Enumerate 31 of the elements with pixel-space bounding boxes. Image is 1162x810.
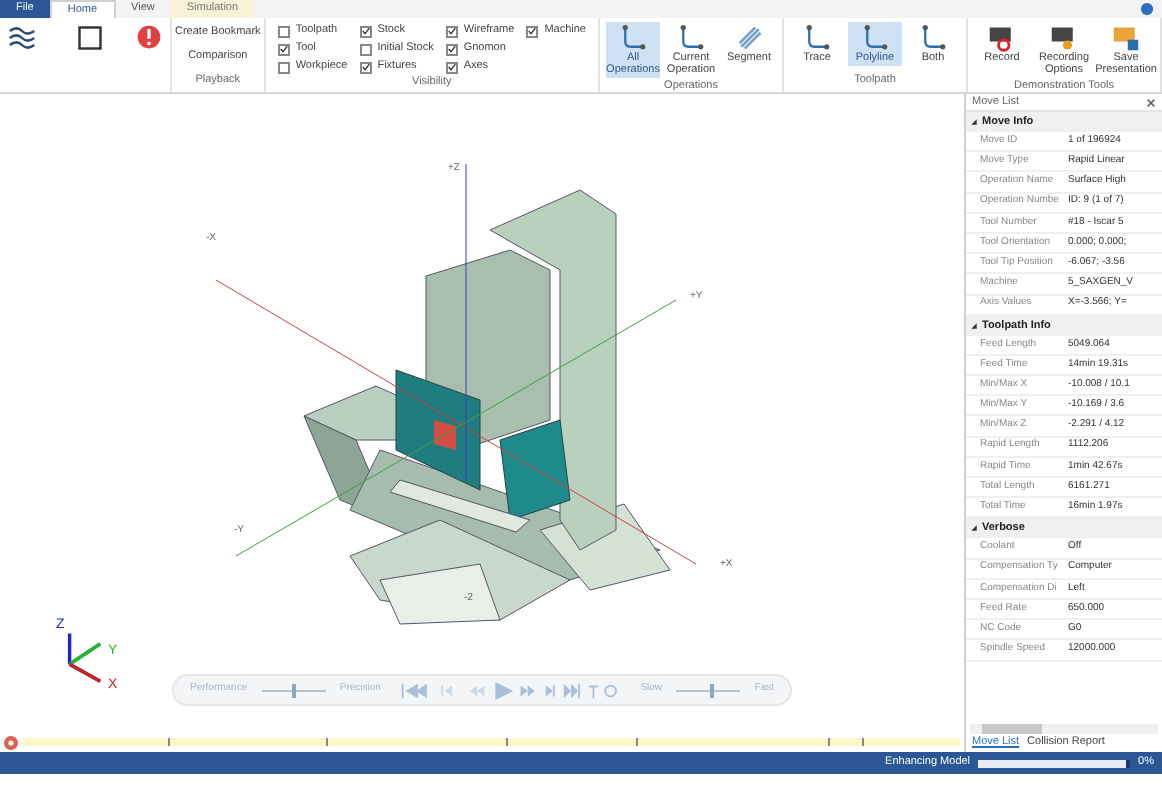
slider-thumb[interactable] (291, 683, 296, 697)
checkbox[interactable] (359, 43, 372, 55)
timeline-track[interactable] (22, 738, 960, 746)
checkbox[interactable] (526, 25, 539, 37)
waves-icon[interactable] (8, 24, 36, 52)
frame-icon[interactable] (76, 24, 104, 52)
stop-icon[interactable] (4, 735, 18, 749)
checkbox[interactable] (445, 25, 458, 37)
checkbox[interactable] (445, 43, 458, 55)
warning-icon[interactable] (136, 24, 162, 50)
camera-record-icon (988, 24, 1016, 52)
slider-thumb[interactable] (709, 683, 714, 697)
expand-arrow-icon[interactable] (970, 118, 978, 126)
checkbox[interactable] (277, 25, 290, 37)
expand-arrow-icon[interactable] (970, 524, 978, 533)
path-icon (861, 24, 889, 52)
checkbox[interactable] (277, 61, 290, 73)
close-icon[interactable] (1146, 97, 1156, 107)
horizontal-scrollbar[interactable] (970, 724, 1158, 734)
checkbox[interactable] (359, 61, 372, 73)
camera-gear-icon (1050, 24, 1078, 52)
path-icon (919, 24, 947, 52)
expand-arrow-icon[interactable] (970, 321, 978, 330)
path-icon (803, 24, 831, 52)
presentation-save-icon (1112, 24, 1140, 52)
path-icon (619, 24, 647, 52)
checkbox[interactable] (359, 25, 372, 37)
checkbox[interactable] (445, 61, 458, 73)
hatch-icon (735, 24, 763, 52)
checkbox[interactable] (277, 43, 290, 55)
path-icon (677, 24, 705, 52)
